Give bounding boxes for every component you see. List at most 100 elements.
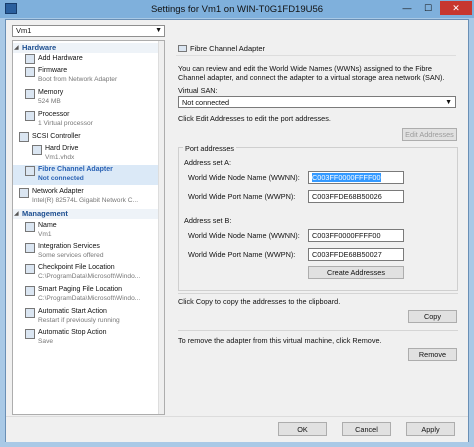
remove-text: To remove the adapter from this virtual … [178,336,382,345]
set-a-wwnn-field[interactable]: C003FF0000FFFF00 [308,171,404,184]
divider [178,330,458,331]
tree-item-checkpoint-file-location[interactable]: Checkpoint File Location C:\ProgramData\… [13,263,159,283]
tree-item-label: Fibre Channel Adapter [38,166,113,173]
vm-selector-dropdown[interactable]: Vm1 ▼ [12,25,165,37]
tree-item-detail: 524 MB [38,98,61,105]
tree-item-detail: C:\ProgramData\Microsoft\Windo... [38,273,141,280]
tree-item-detail: Some services offered [38,252,104,259]
settings-client-area: Vm1 ▼ ◢ Hardware Add Hardware Firmware B… [5,19,469,442]
hyper-v-settings-icon [5,3,17,14]
divider [178,293,458,294]
tree-item-firmware[interactable]: Firmware Boot from Network Adapter [13,66,159,86]
tree-item-label: Automatic Start Action [38,308,107,315]
panel-header: Fibre Channel Adapter [178,44,265,53]
panel-header-label: Fibre Channel Adapter [190,44,266,53]
tree-item-detail: C:\ProgramData\Microsoft\Windo... [38,295,141,302]
vm-selector-value: Vm1 [16,26,32,35]
auto-start-icon [25,308,35,318]
tree-item-label: Name [38,222,57,229]
tree-item-integration-services[interactable]: Integration Services Some services offer… [13,242,159,262]
dialog-footer: OK Cancel Apply [6,416,468,442]
ok-button[interactable]: OK [278,422,327,436]
edit-addresses-text: Click Edit Addresses to edit the port ad… [178,114,331,123]
set-a-wwpn-field[interactable]: C003FFDE68B50026 [308,190,404,203]
tree-item-detail: Vm1.vhdx [45,154,75,161]
tree-scrollbar[interactable] [158,41,164,414]
tree-item-detail: Save [38,338,54,345]
hard-drive-icon [32,145,42,155]
edit-addresses-button[interactable]: Edit Addresses [402,128,457,141]
chevron-down-icon: ▼ [445,99,452,106]
hardware-section-header[interactable]: ◢ Hardware [13,43,159,53]
tree-item-label: Processor [38,111,70,118]
tree-item-automatic-start-action[interactable]: Automatic Start Action Restart if previo… [13,307,159,327]
firmware-icon [25,67,35,77]
close-button[interactable]: ✕ [440,1,472,15]
set-b-wwpn-field[interactable]: C003FFDE68B50027 [308,248,404,261]
cancel-button[interactable]: Cancel [342,422,391,436]
network-adapter-icon [19,188,29,198]
maximize-button[interactable]: ☐ [418,1,438,15]
add-hardware-icon [25,54,35,64]
panel-description: You can review and edit the World Wide N… [178,64,445,82]
fibre-channel-header-icon [178,45,187,52]
tree-item-label: Hard Drive [45,145,79,152]
minimize-button[interactable]: — [397,1,417,15]
set-b-wwnn-label: World Wide Node Name (WWNN): [188,231,300,240]
header-divider [176,55,456,56]
tree-item-automatic-stop-action[interactable]: Automatic Stop Action Save [13,328,159,348]
name-icon [25,222,35,232]
virtual-san-dropdown[interactable]: Not connected ▼ [178,96,456,108]
tree-item-detail: Boot from Network Adapter [38,76,118,83]
tree-item-label: Automatic Stop Action [38,329,107,336]
virtual-san-label: Virtual SAN: [178,86,218,95]
tree-item-memory[interactable]: Memory 524 MB [13,88,159,108]
tree-item-add-hardware[interactable]: Add Hardware [13,54,159,65]
tree-item-processor[interactable]: Processor 1 Virtual processor [13,110,159,130]
memory-icon [25,89,35,99]
title-bar: Settings for Vm1 on WIN-T0G1FD19U56 — ☐ … [0,0,474,18]
tree-item-detail: Vm1 [38,231,52,238]
processor-icon [25,111,35,121]
apply-button[interactable]: Apply [406,422,455,436]
address-set-b-label: Address set B: [184,216,232,225]
create-addresses-button[interactable]: Create Addresses [308,266,404,279]
management-section-label: Management [22,209,68,218]
tree-item-scsi-controller[interactable]: SCSI Controller [13,132,159,143]
copy-button[interactable]: Copy [408,310,457,323]
tree-item-hard-drive[interactable]: Hard Drive Vm1.vhdx [13,144,159,164]
integration-services-icon [25,243,35,253]
auto-stop-icon [25,329,35,339]
tree-item-fibre-channel-adapter[interactable]: Fibre Channel Adapter Not connected [13,165,159,185]
set-b-wwnn-field[interactable]: C003FF0000FFFF00 [308,229,404,242]
scsi-controller-icon [19,132,29,142]
tree-item-detail: Not connected [38,175,84,182]
tree-item-smart-paging-file-location[interactable]: Smart Paging File Location C:\ProgramDat… [13,285,159,305]
chevron-down-icon: ▼ [155,27,162,34]
fibre-channel-icon [25,166,35,176]
tree-item-label: Integration Services [38,243,100,250]
virtual-san-value: Not connected [182,98,230,107]
tree-item-label: Memory [38,89,64,96]
settings-tree: ◢ Hardware Add Hardware Firmware Boot fr… [12,40,165,415]
hardware-section-label: Hardware [22,43,57,52]
copy-text: Click Copy to copy the addresses to the … [178,297,341,306]
tree-item-detail: 1 Virtual processor [38,120,93,127]
remove-button[interactable]: Remove [408,348,457,361]
tree-item-label: Network Adapter [32,188,84,195]
set-a-wwpn-label: World Wide Port Name (WWPN): [188,192,296,201]
tree-item-label: Firmware [38,67,68,74]
management-section-header[interactable]: ◢ Management [13,209,159,219]
address-set-a-label: Address set A: [184,158,232,167]
tree-item-label: Add Hardware [38,55,83,62]
collapse-icon: ◢ [14,45,19,51]
port-addresses-label: Port addresses [183,144,237,153]
tree-item-name[interactable]: Name Vm1 [13,221,159,241]
set-a-wwnn-value: C003FF0000FFFF00 [312,173,381,182]
tree-item-network-adapter[interactable]: Network Adapter Intel(R) 82574L Gigabit … [13,187,159,207]
tree-item-label: SCSI Controller [32,133,81,140]
tree-item-detail: Restart if previously running [38,317,120,324]
smart-paging-icon [25,286,35,296]
set-a-wwnn-label: World Wide Node Name (WWNN): [188,173,300,182]
tree-item-label: Checkpoint File Location [38,264,115,271]
